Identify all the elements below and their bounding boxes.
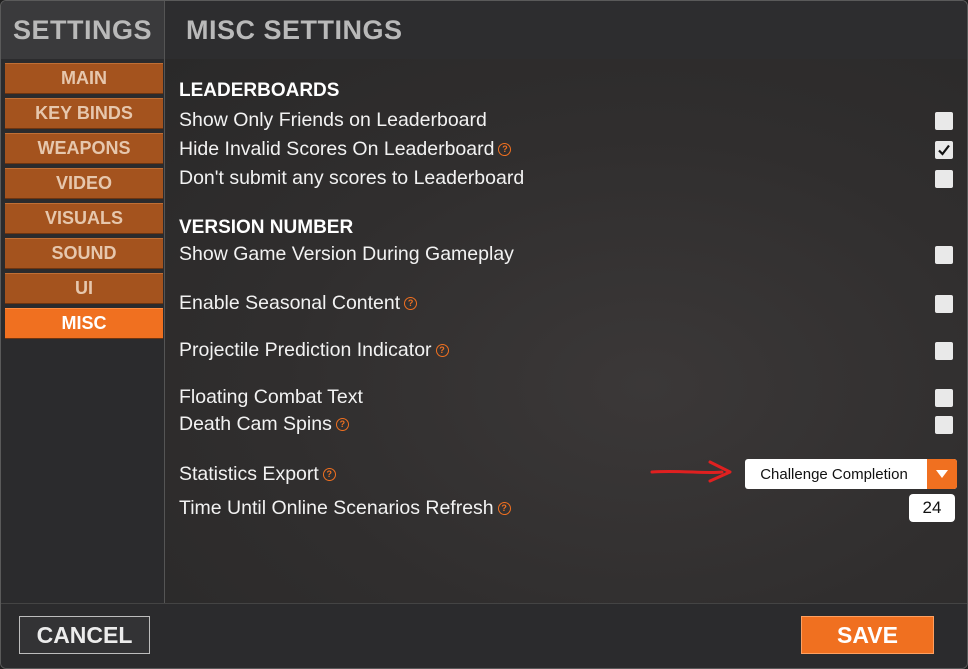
footer: CANCEL SAVE xyxy=(1,603,967,668)
dont-submit-scores-checkbox[interactable] xyxy=(935,170,953,188)
hide-invalid-scores-text: Hide Invalid Scores On Leaderboard xyxy=(179,138,495,160)
statistics-export-selected: Challenge Completion xyxy=(760,465,908,483)
hide-invalid-scores-label: Hide Invalid Scores On Leaderboard ? xyxy=(179,138,512,161)
statistics-export-text: Statistics Export xyxy=(179,463,319,485)
sidebar-item-sound[interactable]: SOUND xyxy=(5,238,163,269)
show-game-version-label: Show Game Version During Gameplay xyxy=(179,243,514,266)
leaderboards-heading: LEADERBOARDS xyxy=(179,80,340,101)
help-icon[interactable]: ? xyxy=(404,297,418,310)
dont-submit-scores-text: Don't submit any scores to Leaderboard xyxy=(179,167,525,189)
sidebar-title: SETTINGS xyxy=(12,14,152,45)
statistics-export-dropdown[interactable]: Challenge Completion xyxy=(745,459,957,489)
death-cam-spins-text: Death Cam Spins xyxy=(179,413,332,435)
help-icon[interactable]: ? xyxy=(335,418,349,431)
sidebar-item-misc[interactable]: MISC xyxy=(5,308,163,339)
settings-content: LEADERBOARDS Show Only Friends on Leader… xyxy=(165,59,967,603)
dropdown-button[interactable] xyxy=(927,459,957,489)
settings-window: SETTINGS MISC SETTINGS MAIN KEY BINDS WE… xyxy=(0,0,968,669)
checkmark-icon xyxy=(938,144,950,156)
triangle-down-icon xyxy=(936,470,948,478)
online-scenarios-refresh-text: Time Until Online Scenarios Refresh xyxy=(179,497,494,519)
sidebar-item-key-binds[interactable]: KEY BINDS xyxy=(5,98,163,129)
seasonal-content-text: Enable Seasonal Content xyxy=(179,292,401,314)
main-header: MISC SETTINGS xyxy=(165,1,967,59)
show-friends-only-label: Show Only Friends on Leaderboard xyxy=(179,109,487,132)
help-icon[interactable]: ? xyxy=(322,468,336,481)
floating-combat-text-label: Floating Combat Text xyxy=(179,386,363,409)
sidebar-item-visuals[interactable]: VISUALS xyxy=(5,203,163,234)
floating-combat-text-checkbox[interactable] xyxy=(935,389,953,407)
sidebar-header: SETTINGS xyxy=(1,1,165,59)
sidebar-item-video[interactable]: VIDEO xyxy=(5,168,163,199)
sidebar-item-main[interactable]: MAIN xyxy=(5,63,163,94)
show-friends-only-text: Show Only Friends on Leaderboard xyxy=(179,109,487,131)
cancel-button[interactable]: CANCEL xyxy=(19,616,150,654)
statistics-export-label: Statistics Export ? xyxy=(179,463,336,486)
death-cam-spins-checkbox[interactable] xyxy=(935,416,953,434)
sidebar-item-weapons[interactable]: WEAPONS xyxy=(5,133,163,164)
show-game-version-text: Show Game Version During Gameplay xyxy=(179,243,514,265)
projectile-prediction-checkbox[interactable] xyxy=(935,342,953,360)
show-friends-only-checkbox[interactable] xyxy=(935,112,953,130)
page-title: MISC SETTINGS xyxy=(186,14,403,45)
help-icon[interactable]: ? xyxy=(498,143,512,156)
projectile-prediction-label: Projectile Prediction Indicator ? xyxy=(179,339,449,362)
seasonal-content-label: Enable Seasonal Content ? xyxy=(179,292,418,315)
hide-invalid-scores-checkbox[interactable] xyxy=(935,141,953,159)
show-game-version-checkbox[interactable] xyxy=(935,246,953,264)
help-icon[interactable]: ? xyxy=(435,344,449,357)
dont-submit-scores-label: Don't submit any scores to Leaderboard xyxy=(179,167,524,190)
red-arrow-icon xyxy=(650,460,732,483)
online-scenarios-refresh-input[interactable]: 24 xyxy=(909,494,955,522)
seasonal-content-checkbox[interactable] xyxy=(935,295,953,313)
help-icon[interactable]: ? xyxy=(497,502,511,515)
floating-combat-text-text: Floating Combat Text xyxy=(179,386,363,408)
projectile-prediction-text: Projectile Prediction Indicator xyxy=(179,339,432,361)
online-scenarios-refresh-label: Time Until Online Scenarios Refresh ? xyxy=(179,497,511,520)
version-number-heading: VERSION NUMBER xyxy=(179,217,354,238)
sidebar-item-ui[interactable]: UI xyxy=(5,273,163,304)
death-cam-spins-label: Death Cam Spins ? xyxy=(179,413,349,436)
save-button[interactable]: SAVE xyxy=(801,616,934,654)
sidebar: MAIN KEY BINDS WEAPONS VIDEO VISUALS SOU… xyxy=(1,59,165,603)
